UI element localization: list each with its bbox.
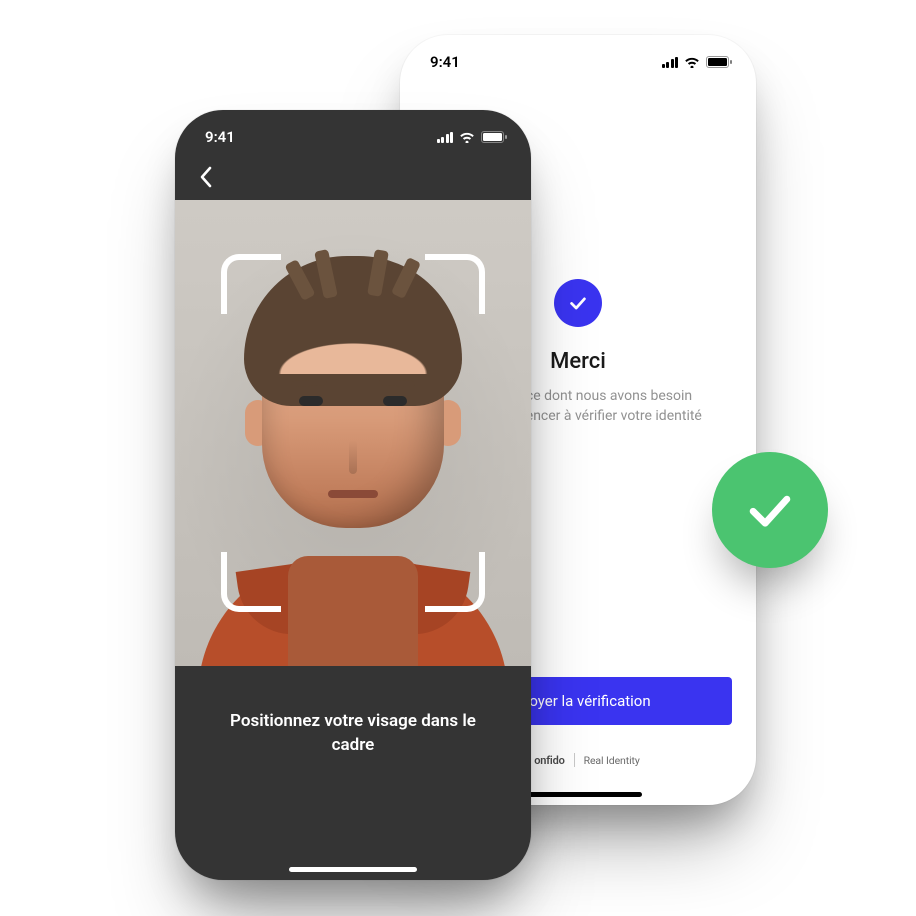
success-badge <box>712 452 828 568</box>
phone-face-capture: 9:41 <box>175 110 531 880</box>
cellular-icon <box>437 132 454 143</box>
camera-viewfinder[interactable] <box>175 200 531 666</box>
status-bar: 9:41 <box>400 35 756 79</box>
person-eye <box>299 396 323 406</box>
wifi-icon <box>459 131 475 143</box>
face-frame-corner <box>425 552 485 612</box>
status-bar: 9:41 <box>175 110 531 154</box>
nav-bar <box>175 154 531 200</box>
status-time: 9:41 <box>430 53 460 71</box>
cellular-icon <box>662 57 679 68</box>
success-check-icon <box>554 279 602 327</box>
stage: 9:41 Merci C'est tout ce dont nous avons… <box>0 0 916 916</box>
person-nose <box>349 440 357 474</box>
brand-name: onfido <box>534 754 564 767</box>
status-indicators <box>437 131 508 143</box>
face-frame-corner <box>221 254 281 314</box>
confirmation-title: Merci <box>550 349 606 374</box>
checkmark-icon <box>741 481 799 539</box>
home-indicator <box>514 792 642 797</box>
person-eye <box>383 396 407 406</box>
chevron-left-icon <box>199 166 213 188</box>
person-neck <box>288 556 418 666</box>
face-frame-corner <box>221 552 281 612</box>
capture-instruction-text: Positionnez votre visage dans le cadre <box>175 710 531 758</box>
person-mouth <box>328 490 378 498</box>
home-indicator <box>289 867 417 872</box>
face-frame-corner <box>425 254 485 314</box>
status-indicators <box>662 56 733 68</box>
wifi-icon <box>684 56 700 68</box>
back-button[interactable] <box>189 160 223 194</box>
battery-icon <box>481 131 507 143</box>
brand-divider <box>574 753 575 767</box>
brand-tagline: Real Identity <box>584 754 640 767</box>
battery-icon <box>706 56 732 68</box>
status-time: 9:41 <box>205 128 235 146</box>
